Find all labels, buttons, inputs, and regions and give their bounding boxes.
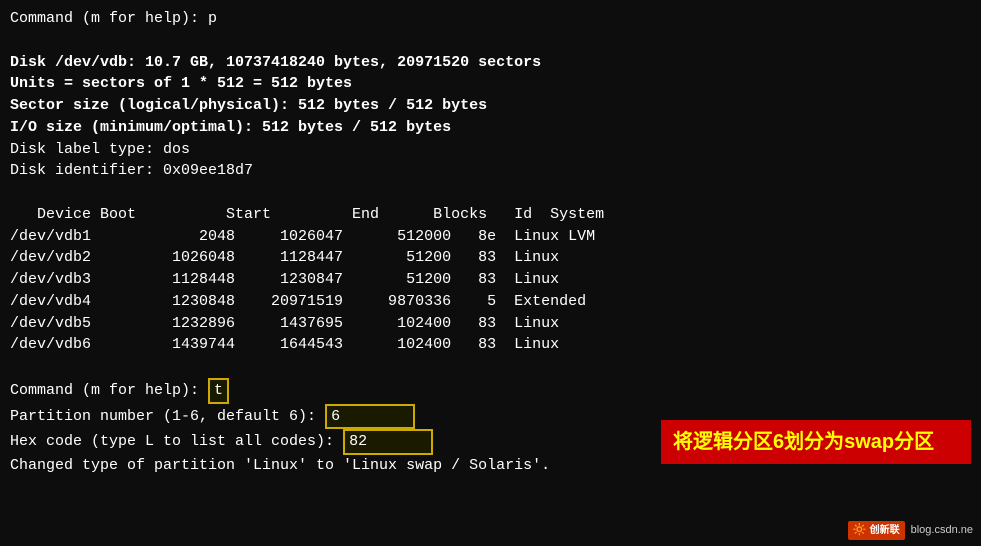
identifier-line: Disk identifier: 0x09ee18d7 [10, 160, 971, 182]
watermark-logo: 🔆 创新联 [848, 521, 905, 540]
io-size-line: I/O size (minimum/optimal): 512 bytes / … [10, 117, 971, 139]
vdb5-row: /dev/vdb5 1232896 1437695 102400 83 Linu… [10, 313, 971, 335]
label-type-line: Disk label type: dos [10, 139, 971, 161]
logo-icon: 🔆 [853, 524, 867, 536]
watermark-url: blog.csdn.ne [911, 524, 973, 536]
cmd2-prefix: Command (m for help): [10, 380, 208, 402]
vdb2-row: /dev/vdb2 1026048 1128447 51200 83 Linux [10, 247, 971, 269]
vdb6-row: /dev/vdb6 1439744 1644543 102400 83 Linu… [10, 334, 971, 356]
vdb1-row: /dev/vdb1 2048 1026047 512000 8e Linux L… [10, 226, 971, 248]
sector-size-line: Sector size (logical/physical): 512 byte… [10, 95, 971, 117]
terminal: Command (m for help): p Disk /dev/vdb: 1… [0, 0, 981, 546]
spacer-1 [10, 30, 971, 52]
watermark: 🔆 创新联 blog.csdn.ne [848, 521, 973, 540]
partition-prefix: Partition number (1-6, default 6): [10, 406, 325, 428]
spacer-3 [10, 356, 971, 378]
vdb3-row: /dev/vdb3 1128448 1230847 51200 83 Linux [10, 269, 971, 291]
cmd2-value-box: t [208, 378, 229, 404]
partition-value-box: 6 [325, 404, 415, 430]
hex-value-box: 82 [343, 429, 433, 455]
table-header: Device Boot Start End Blocks Id System [10, 204, 971, 226]
logo-text: 创新联 [870, 525, 900, 536]
disk-info: Disk /dev/vdb: 10.7 GB, 10737418240 byte… [10, 52, 971, 74]
cmd2-line: Command (m for help): t [10, 378, 971, 404]
cmd-line-1: Command (m for help): p [10, 8, 971, 30]
units-line: Units = sectors of 1 * 512 = 512 bytes [10, 73, 971, 95]
vdb4-row: /dev/vdb4 1230848 20971519 9870336 5 Ext… [10, 291, 971, 313]
annotation-text: 将逻辑分区6划分为swap分区 [673, 431, 934, 453]
annotation-bubble: 将逻辑分区6划分为swap分区 [661, 420, 971, 464]
hex-prefix: Hex code (type L to list all codes): [10, 431, 343, 453]
spacer-2 [10, 182, 971, 204]
